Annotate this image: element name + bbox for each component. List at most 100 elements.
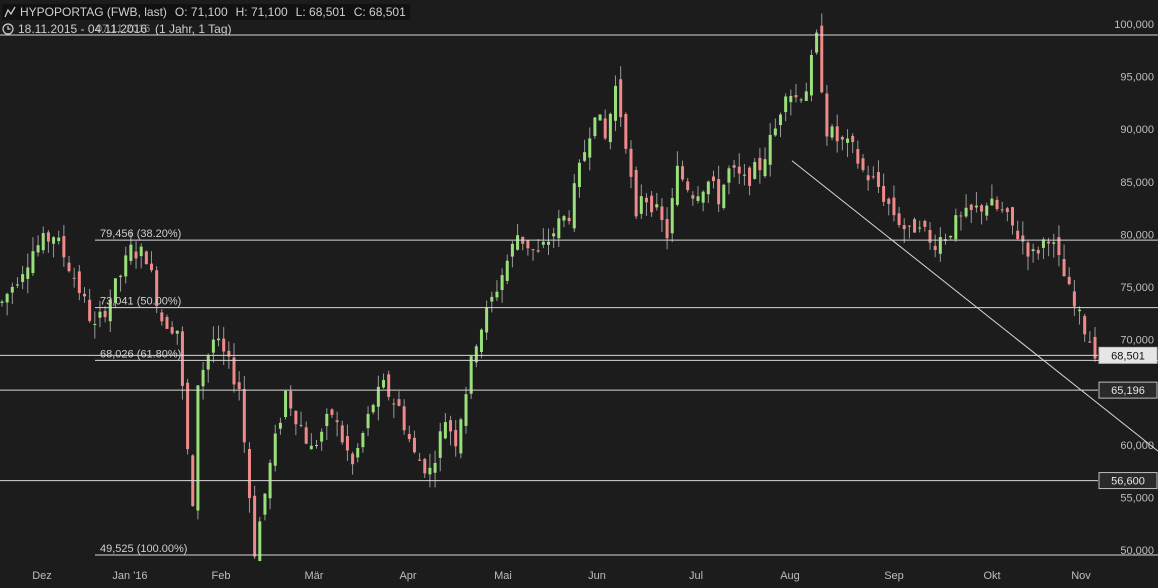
x-tick-label: Aug <box>780 570 800 582</box>
candle-body <box>490 296 494 302</box>
candle-body <box>129 244 133 261</box>
candle-body <box>232 357 236 385</box>
candle-body <box>1005 208 1009 213</box>
candle-body <box>314 445 318 447</box>
x-tick-label: Feb <box>212 570 231 582</box>
candle-body <box>21 274 25 282</box>
candle-body <box>495 291 499 298</box>
candle-body <box>469 356 473 394</box>
candle-body <box>964 207 968 217</box>
candle-body <box>670 198 674 234</box>
candle-body <box>366 413 370 429</box>
candle-body <box>681 166 685 180</box>
candle-body <box>773 128 777 136</box>
candle-body <box>0 301 4 303</box>
candle-body <box>779 114 783 126</box>
candle-body <box>516 235 520 250</box>
candle-body <box>433 462 437 473</box>
candle-body <box>603 118 607 139</box>
candle-body <box>1011 207 1015 226</box>
y-tick-label: 90,000 <box>1120 124 1154 136</box>
y-tick-label: 55,000 <box>1120 492 1154 504</box>
candle-body <box>382 380 386 388</box>
candle-body <box>325 413 329 427</box>
candle-body <box>552 233 556 237</box>
candle-body <box>851 135 855 143</box>
candle-body <box>887 198 891 204</box>
candle-body <box>206 355 210 370</box>
candle-body <box>876 172 880 187</box>
y-tick-label: 85,000 <box>1120 177 1154 189</box>
candle-body <box>711 176 715 182</box>
candle-body <box>351 453 355 465</box>
candle-body <box>62 236 66 258</box>
candle-body <box>933 245 937 250</box>
candle-body <box>882 185 886 202</box>
candle-body <box>913 219 917 233</box>
candle-body <box>26 267 30 279</box>
candle-body <box>1026 242 1030 257</box>
period-label: (1 Jahr, 1 Tag) <box>155 22 232 36</box>
candle-body <box>856 149 860 164</box>
candle-body <box>150 263 154 271</box>
candle-body <box>583 152 587 161</box>
fib-label: 73,041 (50.00%) <box>100 296 181 308</box>
clock-icon[interactable] <box>2 23 14 35</box>
candle-body <box>10 286 14 293</box>
y-tick-label: 80,000 <box>1120 229 1154 241</box>
candle-body <box>768 134 772 165</box>
candle-body <box>840 136 844 140</box>
candle-body <box>969 204 973 211</box>
candle-body <box>15 284 19 286</box>
candle-body <box>98 311 102 318</box>
candle-body <box>418 459 422 461</box>
candle-body <box>846 138 850 143</box>
candle-body <box>572 183 576 229</box>
candle-body <box>237 382 241 389</box>
x-tick-label: Sep <box>884 570 904 582</box>
candle-body <box>892 197 896 216</box>
candle-body <box>505 260 509 281</box>
candle-body <box>5 293 9 303</box>
candle-body <box>407 434 411 440</box>
candle-body <box>278 422 282 429</box>
candle-body <box>541 241 545 245</box>
candle-body <box>980 205 984 212</box>
candle-body <box>464 394 468 426</box>
low-value: L: 68,501 <box>295 5 346 19</box>
candle-body <box>634 169 638 217</box>
candle-body <box>820 25 824 93</box>
candle-body <box>675 165 679 205</box>
candle-body <box>995 199 999 210</box>
candle-body <box>124 255 128 277</box>
candle-body <box>531 249 535 251</box>
candle-body <box>1016 230 1020 239</box>
candle-body <box>160 312 164 322</box>
candle-body <box>134 251 138 259</box>
candle-body <box>320 431 324 442</box>
price-chart: Dez Jan '16 Feb Mär Apr Mai Jun Jul Aug Sep Okt Nov… <box>0 0 1158 588</box>
candle-body <box>753 162 757 179</box>
price-badge-label: 65,196 <box>1111 385 1145 397</box>
candle-body <box>660 206 664 220</box>
candle-body <box>1062 259 1066 277</box>
x-tick-label: Okt <box>983 570 1000 582</box>
candle-body <box>335 420 339 423</box>
candle-body <box>443 422 447 439</box>
candle-body <box>717 179 721 205</box>
y-tick-label: 60,000 <box>1120 440 1154 452</box>
price-badge-label: 56,600 <box>1111 476 1145 488</box>
candle-body <box>959 215 963 217</box>
candle-body <box>361 433 365 448</box>
candle-body <box>686 181 690 190</box>
candle-body <box>799 99 803 101</box>
candle-body <box>639 196 643 214</box>
candle-body <box>412 437 416 453</box>
candle-body <box>557 218 561 239</box>
candle-body <box>284 390 288 418</box>
candle-body <box>871 176 875 178</box>
candle-body <box>577 162 581 188</box>
candle-body <box>273 433 277 466</box>
candle-body <box>217 338 221 341</box>
chart-type-icon[interactable] <box>4 6 16 18</box>
